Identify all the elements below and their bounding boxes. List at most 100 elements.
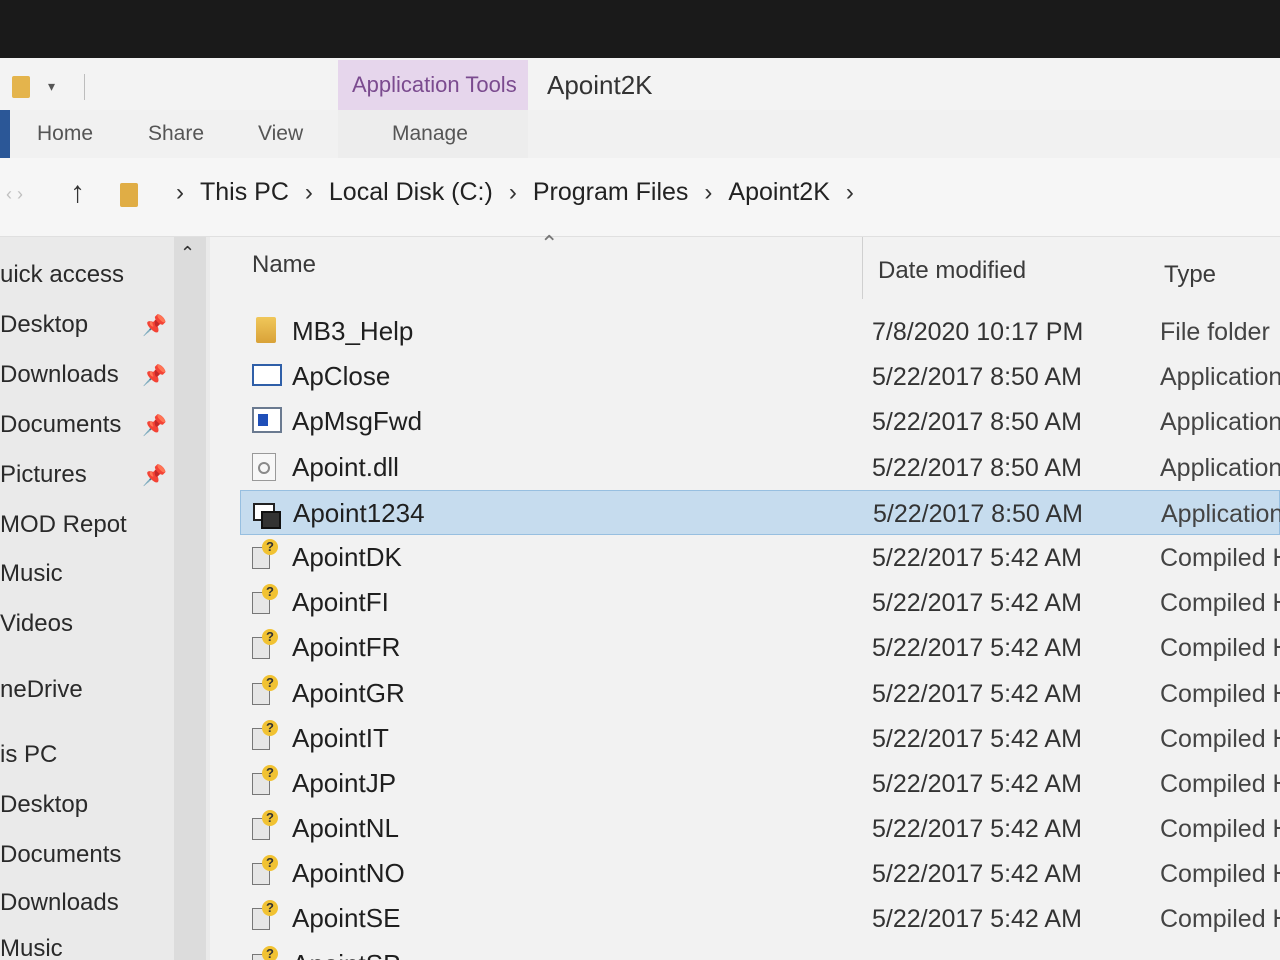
folder-icon [256,317,276,343]
nav-item-desktop[interactable]: Desktop [0,311,88,339]
nav-item-mod-repot[interactable]: MOD Repot [0,511,127,539]
window-title: Apoint2K [547,70,653,100]
column-header-name[interactable]: Name [252,251,316,279]
file-row[interactable]: ApointIT 5/22/2017 5:42 AM Compiled H [240,716,1280,761]
title-bar: ▾ Application Tools Apoint2K [0,58,1280,110]
nav-item-onedrive[interactable]: neDrive [0,676,83,704]
file-type: Application [1160,408,1280,437]
window-app-icon [252,364,282,387]
compiled-help-icon [252,629,278,661]
file-tab[interactable] [0,110,10,158]
file-date-modified: 5/22/2017 5:42 AM [872,815,1082,844]
file-row[interactable]: ApointSP [240,942,1280,960]
file-date-modified: 5/22/2017 5:42 AM [872,589,1082,618]
file-row[interactable]: Apoint.dll 5/22/2017 8:50 AM Application [240,445,1280,490]
file-name: ApointIT [292,722,389,753]
file-date-modified: 5/22/2017 8:50 AM [872,408,1082,437]
file-row[interactable]: ApointNO 5/22/2017 5:42 AM Compiled H [240,851,1280,896]
file-row[interactable]: ApointDK 5/22/2017 5:42 AM Compiled H [240,535,1280,580]
file-type: Application [1161,499,1280,528]
quick-access-dropdown-icon[interactable]: ▾ [48,78,55,95]
sort-ascending-icon: ⌃ [540,231,559,256]
file-row[interactable]: ApointNL 5/22/2017 5:42 AM Compiled H [240,806,1280,851]
nav-item-documents[interactable]: Documents [0,411,121,439]
back-forward-icon[interactable]: ‹ › [6,184,23,205]
nav-item-pc-desktop[interactable]: Desktop [0,791,88,819]
tab-home[interactable]: Home [37,122,93,146]
file-row[interactable]: Apoint1234 5/22/2017 8:50 AM Application [240,489,1280,535]
nav-item-pictures[interactable]: Pictures [0,461,87,489]
file-date-modified: 5/22/2017 8:50 AM [873,499,1083,528]
dll-file-icon [252,452,276,481]
nav-item-music[interactable]: Music [0,560,63,588]
file-name: ApointSP [292,949,400,960]
file-row[interactable]: ApointGR 5/22/2017 5:42 AM Compiled H [240,671,1280,716]
chevron-right-icon[interactable]: › [509,179,517,207]
nav-item-pc-documents[interactable]: Documents [0,841,121,869]
up-arrow-icon[interactable]: ↑ [70,176,85,210]
compiled-help-icon [252,584,278,616]
blue-app-icon [252,407,282,434]
file-list: Name ⌃ Date modified Type MB3_Help 7/8/20… [210,231,1280,960]
chevron-right-icon[interactable]: › [176,179,184,207]
file-name: ApMsgFwd [292,406,423,437]
file-row[interactable]: ApMsgFwd 5/22/2017 8:50 AM Application [240,399,1280,444]
address-folder-icon [120,183,138,207]
file-name: ApointSE [292,903,401,934]
file-name: ApointFI [292,587,389,618]
file-explorer-window: ▾ Application Tools Apoint2K Home Share … [0,58,1280,960]
chevron-right-icon[interactable]: › [305,179,313,207]
file-name: Apoint.dll [292,451,399,482]
file-row[interactable]: ApClose 5/22/2017 8:50 AM Application [240,354,1280,399]
file-name: ApClose [292,361,391,392]
nav-item-pc-downloads[interactable]: Downloads [0,889,119,917]
file-row[interactable]: ApointJP 5/22/2017 5:42 AM Compiled H [240,761,1280,806]
file-type: Application [1160,363,1280,392]
file-row[interactable]: MB3_Help 7/8/2020 10:17 PM File folder [240,309,1280,354]
chevron-right-icon[interactable]: › [704,179,712,207]
chevron-right-icon[interactable]: › [846,179,854,207]
file-type: Compiled H [1160,860,1280,889]
nav-item-downloads[interactable]: Downloads [0,361,119,389]
file-name: MB3_Help [292,316,414,346]
file-date-modified: 5/22/2017 5:42 AM [872,724,1082,753]
nav-item-pc-music[interactable]: Music [0,935,63,960]
nav-scrollbar[interactable] [174,237,206,960]
ribbon-tabs: Home Share View Manage [0,110,1280,159]
file-row[interactable]: ApointFR 5/22/2017 5:42 AM Compiled H [240,625,1280,670]
file-row[interactable]: ApointSE 5/22/2017 5:42 AM Compiled H [240,896,1280,941]
file-date-modified: 5/22/2017 5:42 AM [872,679,1082,708]
file-date-modified: 5/22/2017 5:42 AM [872,634,1082,663]
file-date-modified: 5/22/2017 5:42 AM [872,543,1082,572]
nav-item-quick-access[interactable]: uick access [0,261,124,289]
column-header-date-modified[interactable]: Date modified [878,257,1026,285]
tab-share[interactable]: Share [148,122,204,146]
scroll-up-icon[interactable]: ⌃ [180,243,195,264]
breadcrumb-this-pc[interactable]: This PC [200,178,289,207]
application-tools-tab[interactable]: Application Tools [352,72,517,98]
navigation-pane: ⌃ uick access Desktop 📌 Downloads 📌 Docu… [0,237,210,960]
file-date-modified: 5/22/2017 8:50 AM [872,453,1082,482]
file-row[interactable]: ApointFI 5/22/2017 5:42 AM Compiled H [240,580,1280,625]
nav-item-videos[interactable]: Videos [0,610,73,638]
file-date-modified: 5/22/2017 5:42 AM [872,860,1082,889]
pin-icon: 📌 [142,465,167,487]
file-type: Compiled H [1160,815,1280,844]
column-header-type[interactable]: Type [1164,261,1216,289]
file-name: ApointDK [292,541,402,572]
file-date-modified: 5/22/2017 8:50 AM [872,363,1082,392]
file-name: ApointGR [292,677,405,708]
compiled-help-icon [252,810,278,842]
quick-access-folder-icon[interactable] [12,76,30,98]
nav-item-this-pc[interactable]: is PC [0,741,57,769]
column-divider[interactable] [862,237,863,299]
breadcrumb-program-files[interactable]: Program Files [533,178,689,207]
toolbar-divider [84,74,85,100]
file-type: Compiled H [1160,589,1280,618]
breadcrumb-apoint2k[interactable]: Apoint2K [728,178,829,207]
file-type: Compiled H [1160,634,1280,663]
tab-view[interactable]: View [258,122,303,146]
breadcrumb-local-disk[interactable]: Local Disk (C:) [329,178,493,207]
tab-manage[interactable]: Manage [392,122,468,146]
pin-icon: 📌 [142,415,167,437]
